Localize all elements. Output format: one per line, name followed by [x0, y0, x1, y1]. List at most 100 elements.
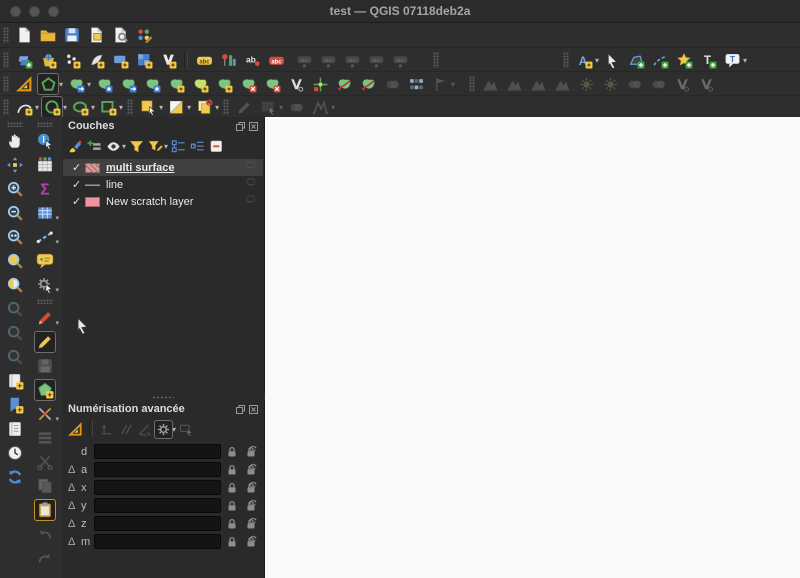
- repeating-lock-icon[interactable]: [242, 444, 259, 460]
- repeating-lock-icon[interactable]: [242, 516, 259, 532]
- filter-by-expression-icon[interactable]: [146, 137, 165, 156]
- layer-row[interactable]: ✓ line: [63, 176, 263, 193]
- select-features-icon[interactable]: [137, 96, 159, 118]
- merge-attributes-icon[interactable]: [405, 73, 427, 95]
- delta-toggle[interactable]: Δ: [68, 518, 81, 530]
- dropdown-arrow-icon[interactable]: ▾: [55, 319, 59, 327]
- add-ring-icon[interactable]: [141, 73, 163, 95]
- map-canvas[interactable]: [265, 117, 800, 578]
- labeling-options-icon[interactable]: ab: [241, 49, 263, 71]
- offset-curve-icon[interactable]: [261, 73, 283, 95]
- zoom-in-icon[interactable]: [4, 178, 26, 200]
- add-group-icon[interactable]: [85, 137, 104, 156]
- manage-map-themes-icon[interactable]: [104, 137, 123, 156]
- remove-layer-icon[interactable]: [207, 137, 226, 156]
- new-spatialite-layer-icon[interactable]: [85, 49, 107, 71]
- dropdown-arrow-icon[interactable]: ▾: [87, 80, 91, 89]
- x-value-input[interactable]: [94, 480, 221, 495]
- delete-part-icon[interactable]: [237, 73, 259, 95]
- open-project-icon[interactable]: [37, 24, 59, 46]
- d-value-input[interactable]: [94, 444, 221, 459]
- save-project-icon[interactable]: [61, 24, 83, 46]
- toolbar-drag-handle[interactable]: [6, 122, 23, 127]
- ellipse-tool-icon[interactable]: [69, 96, 91, 118]
- dropdown-arrow-icon[interactable]: ▾: [91, 103, 95, 112]
- delta-toggle[interactable]: Δ: [68, 482, 81, 494]
- lock-value-icon[interactable]: [223, 480, 240, 496]
- new-geopackage-layer-icon[interactable]: [37, 49, 59, 71]
- new-print-layout-icon[interactable]: [85, 24, 107, 46]
- z-value-input[interactable]: [94, 516, 221, 531]
- dropdown-arrow-icon[interactable]: ▾: [451, 80, 455, 89]
- dropdown-arrow-icon[interactable]: ▾: [59, 80, 63, 89]
- toolbar-drag-handle[interactable]: [37, 299, 53, 304]
- marker-annotation-icon[interactable]: [673, 49, 695, 71]
- layer-visibility-checkbox[interactable]: ✓: [72, 195, 85, 208]
- m-value-input[interactable]: [94, 534, 221, 549]
- pan-to-selection-icon[interactable]: [4, 154, 26, 176]
- trim-extend-icon[interactable]: [309, 73, 331, 95]
- open-layer-styling-icon[interactable]: [66, 137, 85, 156]
- measure-icon[interactable]: ▾: [34, 226, 59, 248]
- layer-name[interactable]: line: [106, 179, 123, 191]
- circular-string-icon[interactable]: [13, 96, 35, 118]
- close-panel-icon[interactable]: [249, 121, 258, 131]
- repeating-lock-icon[interactable]: [242, 462, 259, 478]
- show-bookmarks-icon[interactable]: [4, 394, 26, 416]
- select-annotation-icon[interactable]: [601, 49, 623, 71]
- dropdown-arrow-icon[interactable]: ▾: [55, 286, 59, 294]
- toolbar-drag-handle[interactable]: [433, 52, 439, 68]
- copy-move-feature-icon[interactable]: [193, 96, 215, 118]
- y-value-input[interactable]: [94, 498, 221, 513]
- repeating-lock-icon[interactable]: [242, 498, 259, 514]
- digitize-with-shape-icon[interactable]: [37, 73, 59, 95]
- dropdown-arrow-icon[interactable]: ▾: [743, 56, 747, 65]
- toolbar-drag-handle[interactable]: [223, 99, 230, 115]
- identify-features-icon[interactable]: i: [34, 130, 56, 152]
- new-bookmark-icon[interactable]: [4, 370, 26, 392]
- delta-toggle[interactable]: Δ: [68, 464, 81, 476]
- lock-value-icon[interactable]: [223, 516, 240, 532]
- layer-diagram-icon[interactable]: [217, 49, 239, 71]
- collapse-all-icon[interactable]: [188, 137, 207, 156]
- temporal-controller-icon[interactable]: [4, 442, 26, 464]
- dropdown-arrow-icon[interactable]: ▾: [35, 103, 39, 112]
- text-annotation-icon[interactable]: T: [697, 49, 719, 71]
- new-virtual-layer-icon[interactable]: [157, 49, 179, 71]
- map-tips-icon[interactable]: [34, 250, 56, 272]
- enable-advanced-digitizing-icon[interactable]: [66, 420, 85, 439]
- attribute-table-icon[interactable]: [34, 154, 56, 176]
- layer-row[interactable]: ✓ multi surface: [63, 159, 263, 176]
- new-mesh-layer-icon[interactable]: [133, 49, 155, 71]
- float-panel-icon[interactable]: [236, 121, 245, 131]
- lock-value-icon[interactable]: [223, 462, 240, 478]
- settings-gear-icon[interactable]: [154, 419, 173, 439]
- split-parts-icon[interactable]: [357, 73, 379, 95]
- dropdown-arrow-icon[interactable]: ▾: [159, 103, 163, 112]
- toolbar-drag-handle[interactable]: [563, 52, 569, 68]
- vertex-tool-icon[interactable]: ▾: [34, 403, 59, 425]
- add-part-icon[interactable]: [165, 73, 187, 95]
- annotation-layer-icon[interactable]: A: [573, 49, 595, 71]
- lock-value-icon[interactable]: [223, 444, 240, 460]
- memory-layer-indicator-icon[interactable]: [245, 176, 258, 194]
- layer-visibility-checkbox[interactable]: ✓: [72, 161, 85, 174]
- refresh-map-icon[interactable]: [4, 466, 26, 488]
- dropdown-arrow-icon[interactable]: ▾: [55, 238, 59, 246]
- zoom-full-icon[interactable]: [4, 250, 26, 272]
- bookmark-manager-icon[interactable]: [4, 418, 26, 440]
- layer-labeling-icon[interactable]: abc: [193, 49, 215, 71]
- move-feature-icon[interactable]: [65, 73, 87, 95]
- dropdown-arrow-icon[interactable]: ▾: [63, 103, 67, 112]
- pan-map-icon[interactable]: [4, 130, 26, 152]
- lock-value-icon[interactable]: [223, 498, 240, 514]
- field-calculator-icon[interactable]: ▾: [34, 202, 59, 224]
- dropdown-arrow-icon[interactable]: ▾: [187, 103, 191, 112]
- current-edits-icon[interactable]: ▾: [34, 307, 59, 329]
- layer-visibility-checkbox[interactable]: ✓: [72, 178, 85, 191]
- simplify-feature-icon[interactable]: [117, 73, 139, 95]
- zoom-to-layer-icon[interactable]: [4, 274, 26, 296]
- dropdown-arrow-icon[interactable]: ▾: [215, 103, 219, 112]
- toolbar-drag-handle[interactable]: [3, 76, 9, 92]
- dropdown-arrow-icon[interactable]: ▾: [331, 103, 335, 112]
